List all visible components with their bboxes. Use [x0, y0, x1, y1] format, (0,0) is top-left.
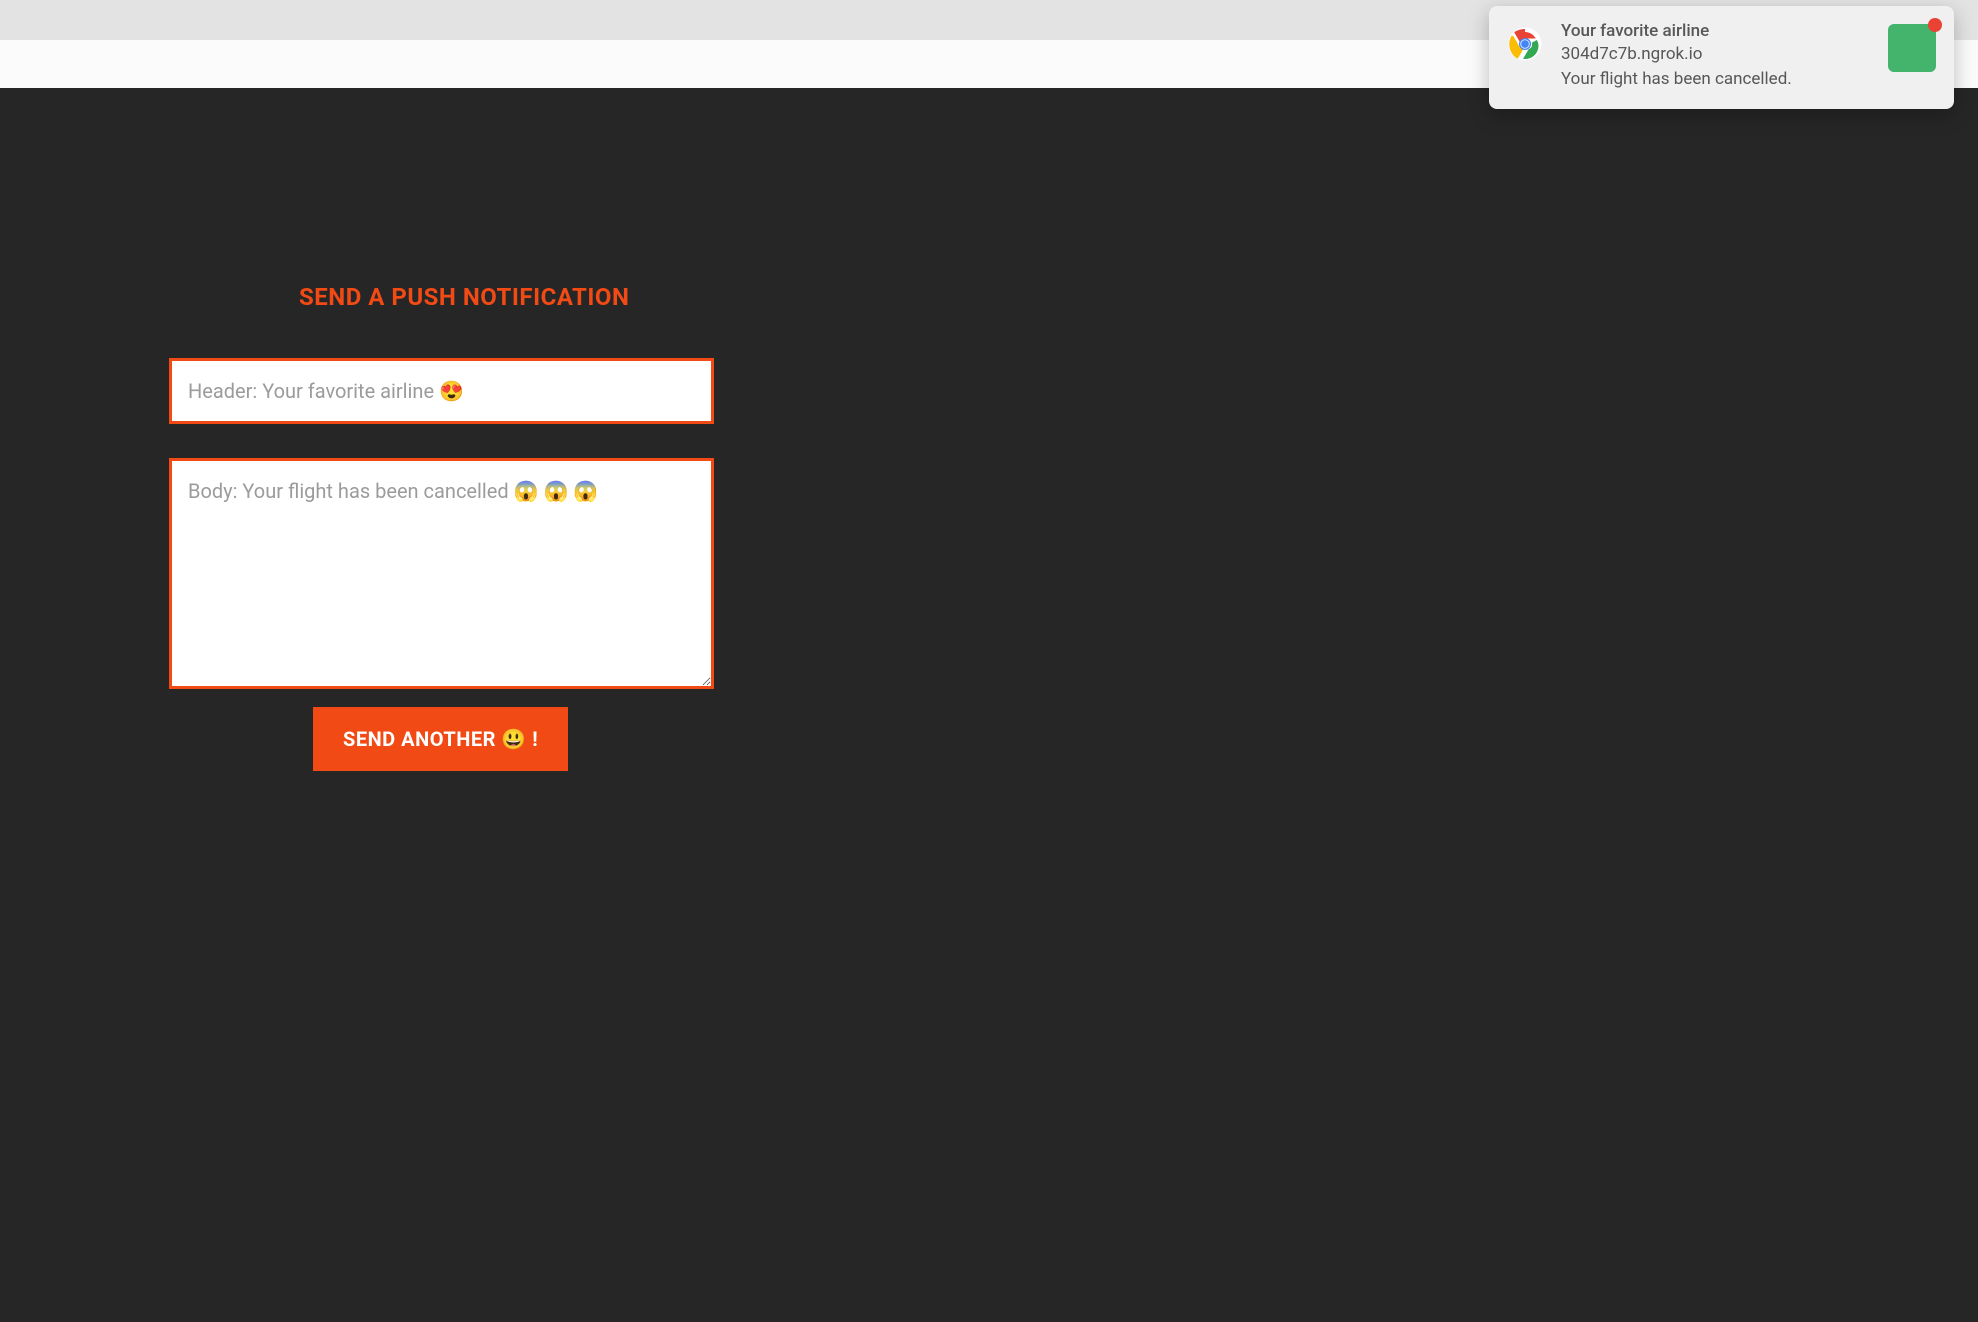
send-another-button[interactable]: SEND ANOTHER 😃 ! — [313, 707, 568, 771]
body-textarea[interactable] — [172, 461, 711, 686]
notification-title: Your favorite airline — [1561, 20, 1874, 43]
notification-badge-dot — [1928, 18, 1942, 32]
chrome-icon — [1507, 26, 1543, 62]
page-content: SEND A PUSH NOTIFICATION SEND ANOTHER 😃 … — [0, 88, 1978, 1322]
notification-body: Your flight has been cancelled. — [1561, 68, 1874, 91]
header-input[interactable] — [172, 361, 711, 421]
notification-origin: 304d7c7b.ngrok.io — [1561, 43, 1874, 66]
body-textarea-wrap — [169, 458, 714, 689]
form-heading: SEND A PUSH NOTIFICATION — [299, 283, 714, 311]
notification-text-block: Your favorite airline 304d7c7b.ngrok.io … — [1561, 20, 1874, 91]
push-form: SEND A PUSH NOTIFICATION SEND ANOTHER 😃 … — [169, 283, 714, 771]
notification-app-icon — [1888, 24, 1936, 72]
push-notification-toast[interactable]: Your favorite airline 304d7c7b.ngrok.io … — [1489, 6, 1954, 109]
header-input-wrap — [169, 358, 714, 424]
